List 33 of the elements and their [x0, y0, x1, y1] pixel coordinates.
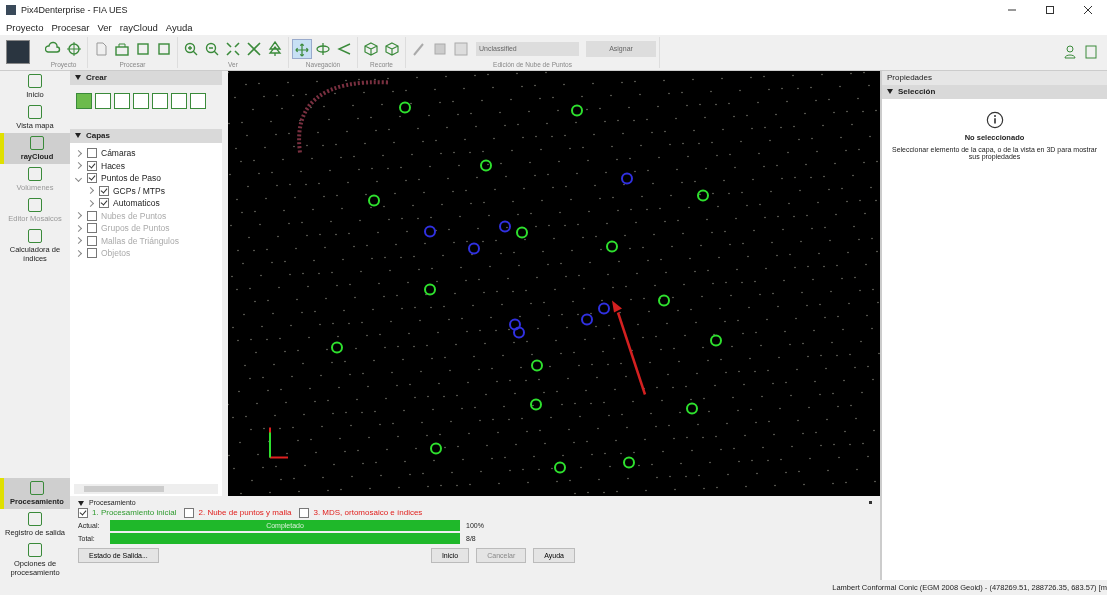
step-label[interactable]: 3. MDS, ortomosaico e índices — [313, 508, 423, 518]
menu-item[interactable]: Ver — [97, 21, 112, 33]
step-checkbox[interactable] — [299, 507, 310, 518]
section-header[interactable]: Capas — [70, 128, 222, 143]
create-tool-button[interactable] — [190, 92, 206, 109]
horizontal-scrollbar[interactable] — [74, 483, 218, 494]
create-tool-button[interactable] — [171, 92, 187, 109]
maximize-icon[interactable] — [1045, 5, 1055, 15]
menu-item[interactable]: rayCloud — [119, 21, 158, 33]
menu-item[interactable]: Proyecto — [6, 21, 44, 33]
step-checkbox[interactable] — [184, 507, 195, 518]
step-label[interactable]: 2. Nube de puntos y malla — [198, 508, 292, 518]
menu-item[interactable]: Procesar — [51, 21, 90, 33]
layer-item[interactable]: Puntos de Paso — [70, 171, 222, 185]
layer-item[interactable]: Automaticos — [70, 196, 222, 210]
window-title: Pix4Denterprise - FIA UES — [21, 5, 128, 15]
layer-item[interactable]: Cámaras — [70, 146, 222, 160]
user-icon[interactable] — [1063, 44, 1079, 61]
info-icon — [985, 110, 1004, 129]
create-tool-button[interactable] — [114, 92, 130, 109]
create-tool-button[interactable] — [133, 92, 149, 109]
pan-tool-button[interactable] — [292, 38, 312, 59]
dock-icon[interactable] — [869, 500, 872, 504]
create-tool-button[interactable] — [76, 92, 92, 109]
menu-item[interactable]: Ayuda — [165, 21, 193, 33]
create-tool-button[interactable] — [95, 92, 111, 109]
layer-item[interactable]: GCPs / MTPs — [70, 184, 222, 197]
app-logo-icon — [6, 5, 16, 15]
swatch-icon[interactable] — [453, 40, 469, 57]
close-icon[interactable] — [1083, 5, 1093, 15]
step-checkbox[interactable] — [78, 507, 88, 518]
layer-item[interactable]: Haces — [70, 159, 222, 172]
create-tool-button[interactable] — [152, 92, 168, 109]
